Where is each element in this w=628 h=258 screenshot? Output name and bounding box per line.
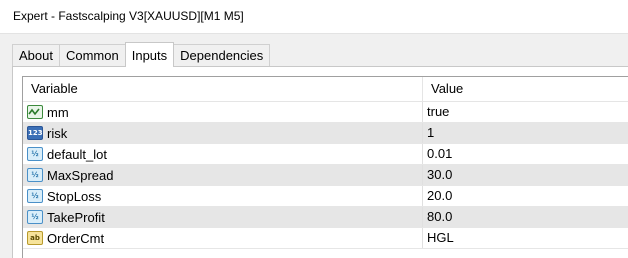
double-icon: ½ — [27, 189, 43, 203]
table-row[interactable]: ½ MaxSpread 30.0 — [23, 165, 628, 186]
string-icon: ab — [27, 231, 43, 245]
header-value[interactable]: Value — [423, 77, 628, 101]
double-icon: ½ — [27, 210, 43, 224]
variable-name: default_lot — [47, 146, 107, 162]
variable-value[interactable]: 20.0 — [423, 186, 628, 206]
tab-strip: About Common Inputs Dependencies — [12, 42, 271, 67]
variable-name: risk — [47, 125, 68, 141]
tab-common[interactable]: Common — [58, 44, 126, 66]
table-row[interactable]: ab OrderCmt HGL — [23, 228, 628, 249]
tab-about[interactable]: About — [12, 44, 60, 66]
double-icon: ½ — [27, 168, 43, 182]
variable-value[interactable]: 80.0 — [423, 207, 628, 227]
double-icon: ½ — [27, 147, 43, 161]
int-icon: 123 — [27, 126, 43, 140]
bool-icon — [27, 105, 43, 119]
variable-value[interactable]: true — [423, 102, 628, 122]
table-row[interactable]: mm true — [23, 102, 628, 123]
window-titlebar: Expert - Fastscalping V3[XAUUSD][M1 M5] — [0, 0, 628, 34]
table-row[interactable]: 123 risk 1 — [23, 123, 628, 144]
variable-value[interactable]: 1 — [423, 123, 628, 143]
table-row[interactable]: ½ default_lot 0.01 — [23, 144, 628, 165]
table-row[interactable]: ½ TakeProfit 80.0 — [23, 207, 628, 228]
variable-name: OrderCmt — [47, 230, 105, 246]
variable-name: MaxSpread — [47, 167, 114, 183]
variable-name: TakeProfit — [47, 209, 105, 225]
variable-value[interactable]: 30.0 — [423, 165, 628, 185]
table-row[interactable]: ½ StopLoss 20.0 — [23, 186, 628, 207]
header-variable[interactable]: Variable — [23, 77, 423, 101]
variable-name: mm — [47, 104, 69, 120]
variable-name: StopLoss — [47, 188, 102, 204]
tab-inputs[interactable]: Inputs — [124, 42, 175, 67]
variable-value[interactable]: HGL — [423, 228, 628, 248]
window-title: Expert - Fastscalping V3[XAUUSD][M1 M5] — [13, 9, 244, 23]
grid-header: Variable Value — [23, 77, 628, 102]
inputs-grid: Variable Value mm true 123 risk 1 ½ defa… — [22, 76, 628, 258]
tab-dependencies[interactable]: Dependencies — [173, 44, 271, 66]
variable-value[interactable]: 0.01 — [423, 144, 628, 164]
